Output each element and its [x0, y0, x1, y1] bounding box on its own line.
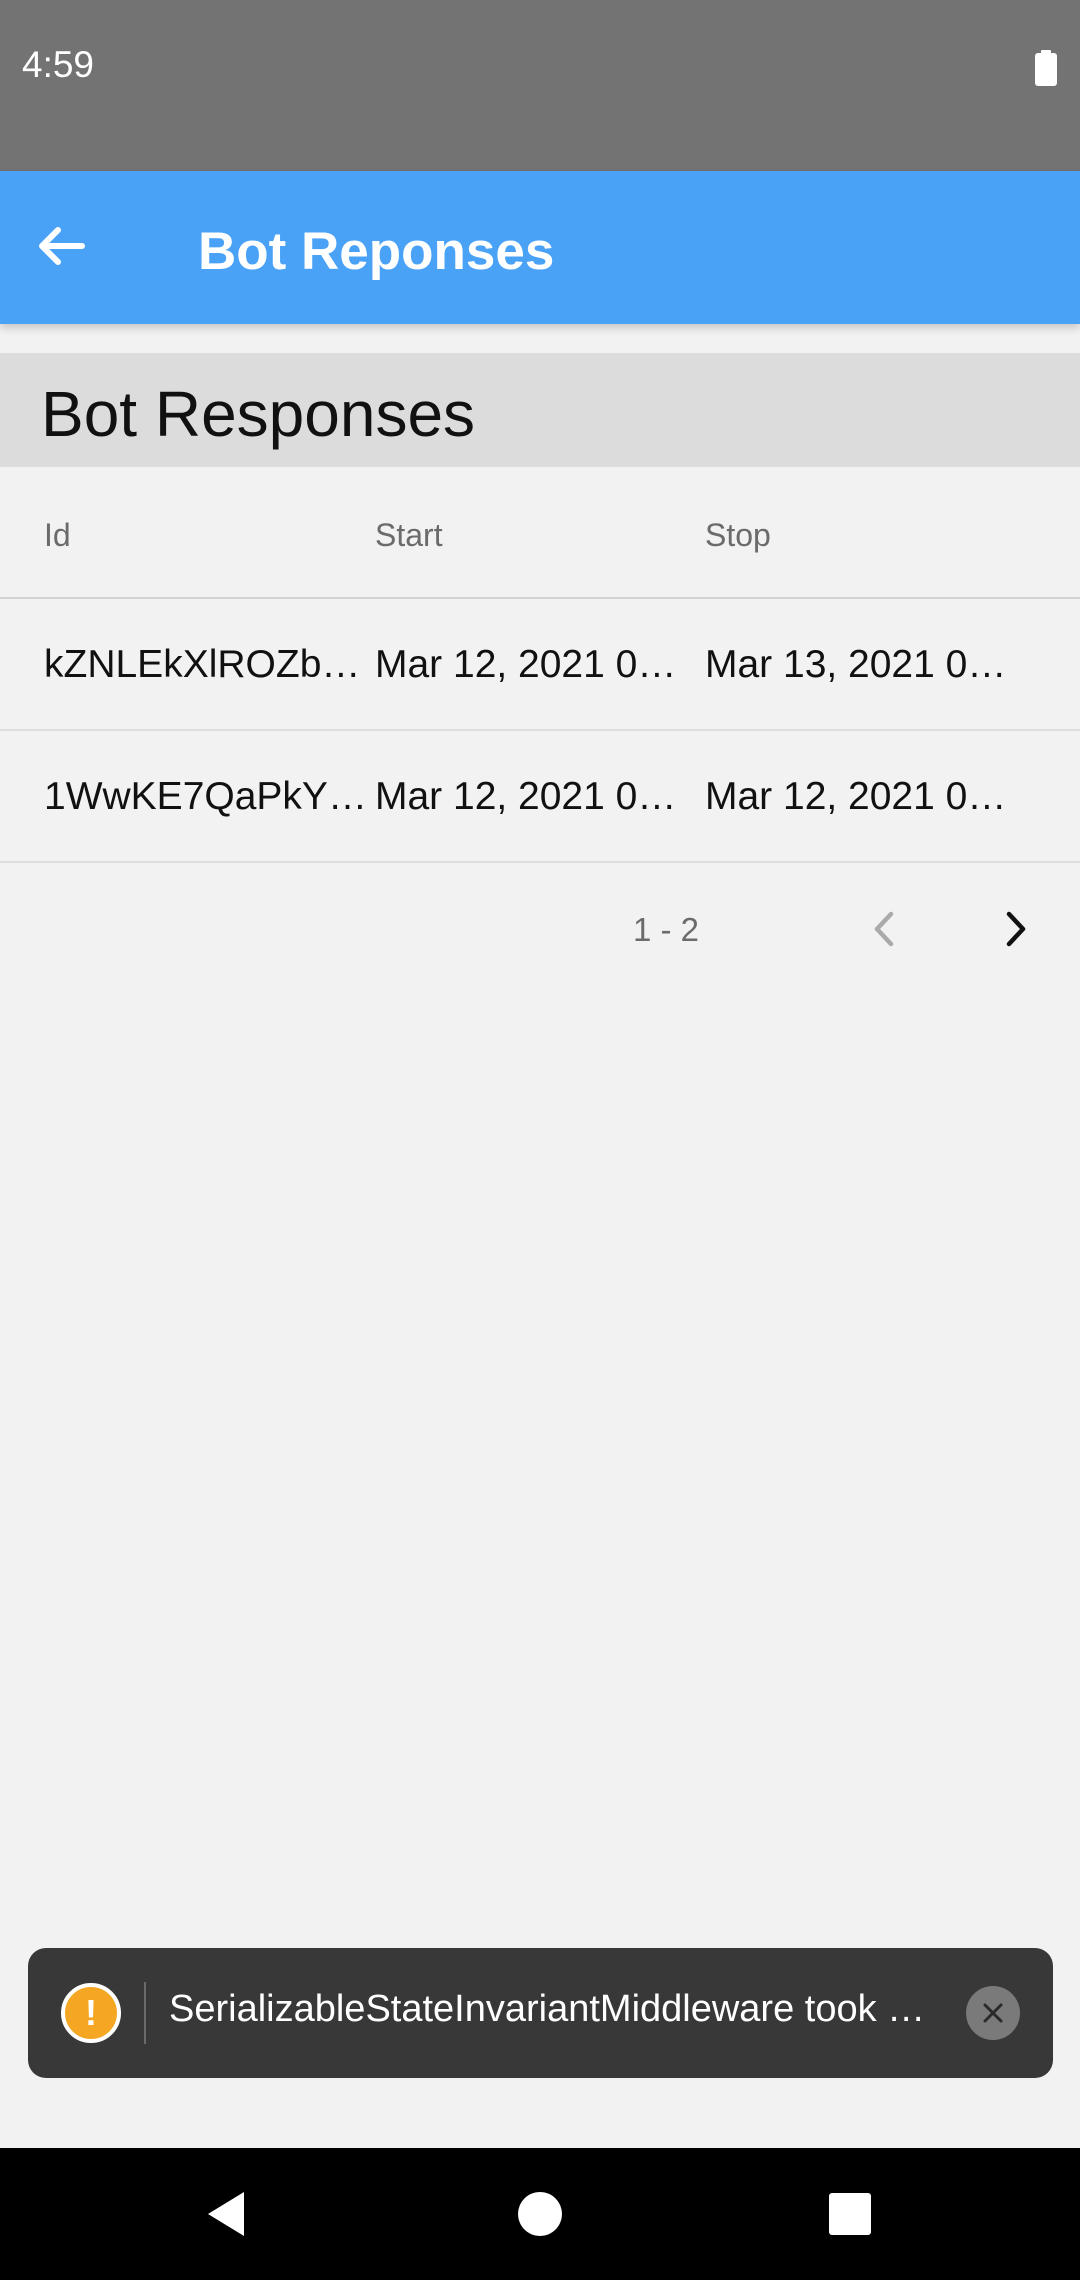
app-bar: Bot Reponses	[0, 171, 1080, 324]
cell-start: Mar 12, 2021 08:…	[375, 775, 695, 818]
toast-notification[interactable]: ! SerializableStateInvariantMiddleware t…	[28, 1948, 1053, 2078]
battery-icon	[1035, 50, 1057, 86]
table-header: Id Start Stop	[0, 467, 1080, 599]
warning-icon: !	[61, 1983, 121, 2043]
cell-id: kZNLEkXlROZb5…	[44, 643, 370, 686]
status-bar: 4:59	[0, 0, 1080, 171]
column-header-stop[interactable]: Stop	[705, 517, 1025, 554]
nav-back-icon[interactable]	[200, 2186, 256, 2242]
column-header-id[interactable]: Id	[44, 517, 370, 554]
card-header: Bot Responses	[0, 353, 1080, 467]
pagination: 1 - 2	[0, 863, 1080, 999]
arrow-left-icon	[39, 227, 85, 265]
cell-start: Mar 12, 2021 06:…	[375, 643, 695, 686]
previous-page-button[interactable]	[856, 901, 912, 957]
responses-table: Id Start Stop kZNLEkXlROZb5… Mar 12, 202…	[0, 467, 1080, 863]
back-button[interactable]	[22, 207, 100, 285]
chevron-left-icon	[874, 911, 894, 947]
toast-close-button[interactable]	[966, 1986, 1020, 2040]
table-row[interactable]: 1WwKE7QaPkYm… Mar 12, 2021 08:… Mar 12, …	[0, 731, 1080, 863]
cell-id: 1WwKE7QaPkYm…	[44, 775, 370, 818]
cell-stop: Mar 13, 2021 09:…	[705, 643, 1025, 686]
nav-home-icon[interactable]	[518, 2192, 562, 2236]
pagination-range: 1 - 2	[633, 911, 700, 948]
cell-stop: Mar 12, 2021 08:…	[705, 775, 1025, 818]
status-time: 4:59	[22, 44, 95, 85]
toast-message: SerializableStateInvariantMiddleware too…	[169, 1988, 926, 2030]
chevron-right-icon	[1006, 911, 1026, 947]
close-icon	[983, 2003, 1003, 2023]
system-navigation-bar	[0, 2148, 1080, 2280]
app-title: Bot Reponses	[198, 222, 555, 281]
column-header-start[interactable]: Start	[375, 517, 695, 554]
nav-recents-icon[interactable]	[829, 2193, 871, 2235]
toast-divider	[144, 1982, 146, 2044]
table-row[interactable]: kZNLEkXlROZb5… Mar 12, 2021 06:… Mar 13,…	[0, 599, 1080, 731]
next-page-button[interactable]	[988, 901, 1044, 957]
card-title: Bot Responses	[41, 378, 476, 450]
